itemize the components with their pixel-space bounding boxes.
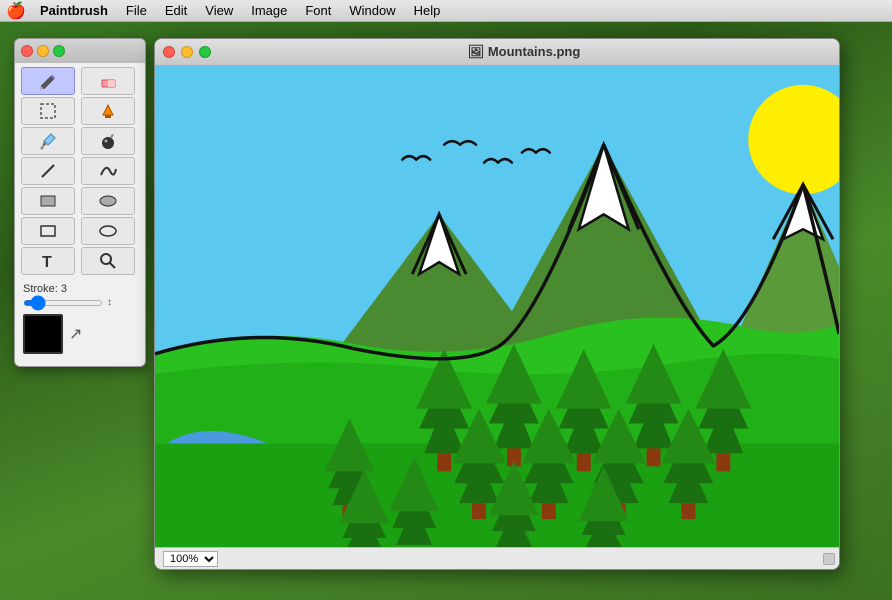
stroke-section: Stroke: 3 ↕ xyxy=(15,279,145,310)
menubar-window[interactable]: Window xyxy=(341,1,403,20)
painting-canvas[interactable] xyxy=(155,65,839,547)
rect-tool[interactable] xyxy=(21,217,75,245)
apple-menu[interactable]: 🍎 xyxy=(8,3,24,19)
eraser-tool[interactable] xyxy=(81,67,135,95)
oval-tool[interactable] xyxy=(81,217,135,245)
text-tool[interactable]: T xyxy=(21,247,75,275)
menubar-file[interactable]: File xyxy=(118,1,155,20)
toolbox-max-button[interactable] xyxy=(53,45,65,57)
paint-max-button[interactable] xyxy=(199,46,211,58)
scroll-handle xyxy=(823,553,835,565)
stroke-label: Stroke: 3 xyxy=(23,283,137,295)
toolbox-titlebar xyxy=(15,39,145,63)
filled-oval-tool[interactable] xyxy=(81,187,135,215)
menubar-app[interactable]: Paintbrush xyxy=(32,1,116,20)
menubar-font[interactable]: Font xyxy=(297,1,339,20)
paint-min-button[interactable] xyxy=(181,46,193,58)
paint-canvas-area[interactable] xyxy=(155,65,839,547)
color-section: ↗ xyxy=(15,310,145,358)
color-swatch[interactable] xyxy=(23,314,63,354)
toolbox-min-button[interactable] xyxy=(37,45,49,57)
menubar-image[interactable]: Image xyxy=(243,1,295,20)
bomb-tool[interactable] xyxy=(81,127,135,155)
menubar: 🍎 Paintbrush File Edit View Image Font W… xyxy=(0,0,892,22)
toolbox-close-button[interactable] xyxy=(21,45,33,57)
paint-title-text: Mountains.png xyxy=(488,44,580,59)
curve-tool[interactable] xyxy=(81,157,135,185)
paint-titlebar: 🖼 Mountains.png xyxy=(155,39,839,65)
stroke-slider[interactable] xyxy=(23,300,103,306)
filled-rect-tool[interactable] xyxy=(21,187,75,215)
toolbox: T Stroke: 3 ↕ ↗ xyxy=(14,38,146,367)
color-arrow-icon[interactable]: ↗ xyxy=(69,324,82,344)
svg-text:T: T xyxy=(42,254,52,271)
pencil-tool[interactable] xyxy=(21,67,75,95)
eyedropper-tool[interactable] xyxy=(21,127,75,155)
paint-bottom-bar: 25% 50% 75% 100% 150% 200% xyxy=(155,547,839,569)
paint-title-icon: 🖼 xyxy=(468,44,488,59)
paint-window: 🖼 Mountains.png xyxy=(154,38,840,570)
menubar-edit[interactable]: Edit xyxy=(157,1,195,20)
selection-tool[interactable] xyxy=(21,97,75,125)
line-tool[interactable] xyxy=(21,157,75,185)
menubar-view[interactable]: View xyxy=(197,1,241,20)
paint-bucket-tool[interactable] xyxy=(81,97,135,125)
paint-title: 🖼 Mountains.png xyxy=(217,44,831,60)
stroke-arrow-icon: ↕ xyxy=(107,297,112,308)
menubar-help[interactable]: Help xyxy=(406,1,449,20)
zoom-select[interactable]: 25% 50% 75% 100% 150% 200% xyxy=(163,551,218,567)
tool-grid: T xyxy=(15,63,145,279)
magnifier-tool[interactable] xyxy=(81,247,135,275)
paint-close-button[interactable] xyxy=(163,46,175,58)
